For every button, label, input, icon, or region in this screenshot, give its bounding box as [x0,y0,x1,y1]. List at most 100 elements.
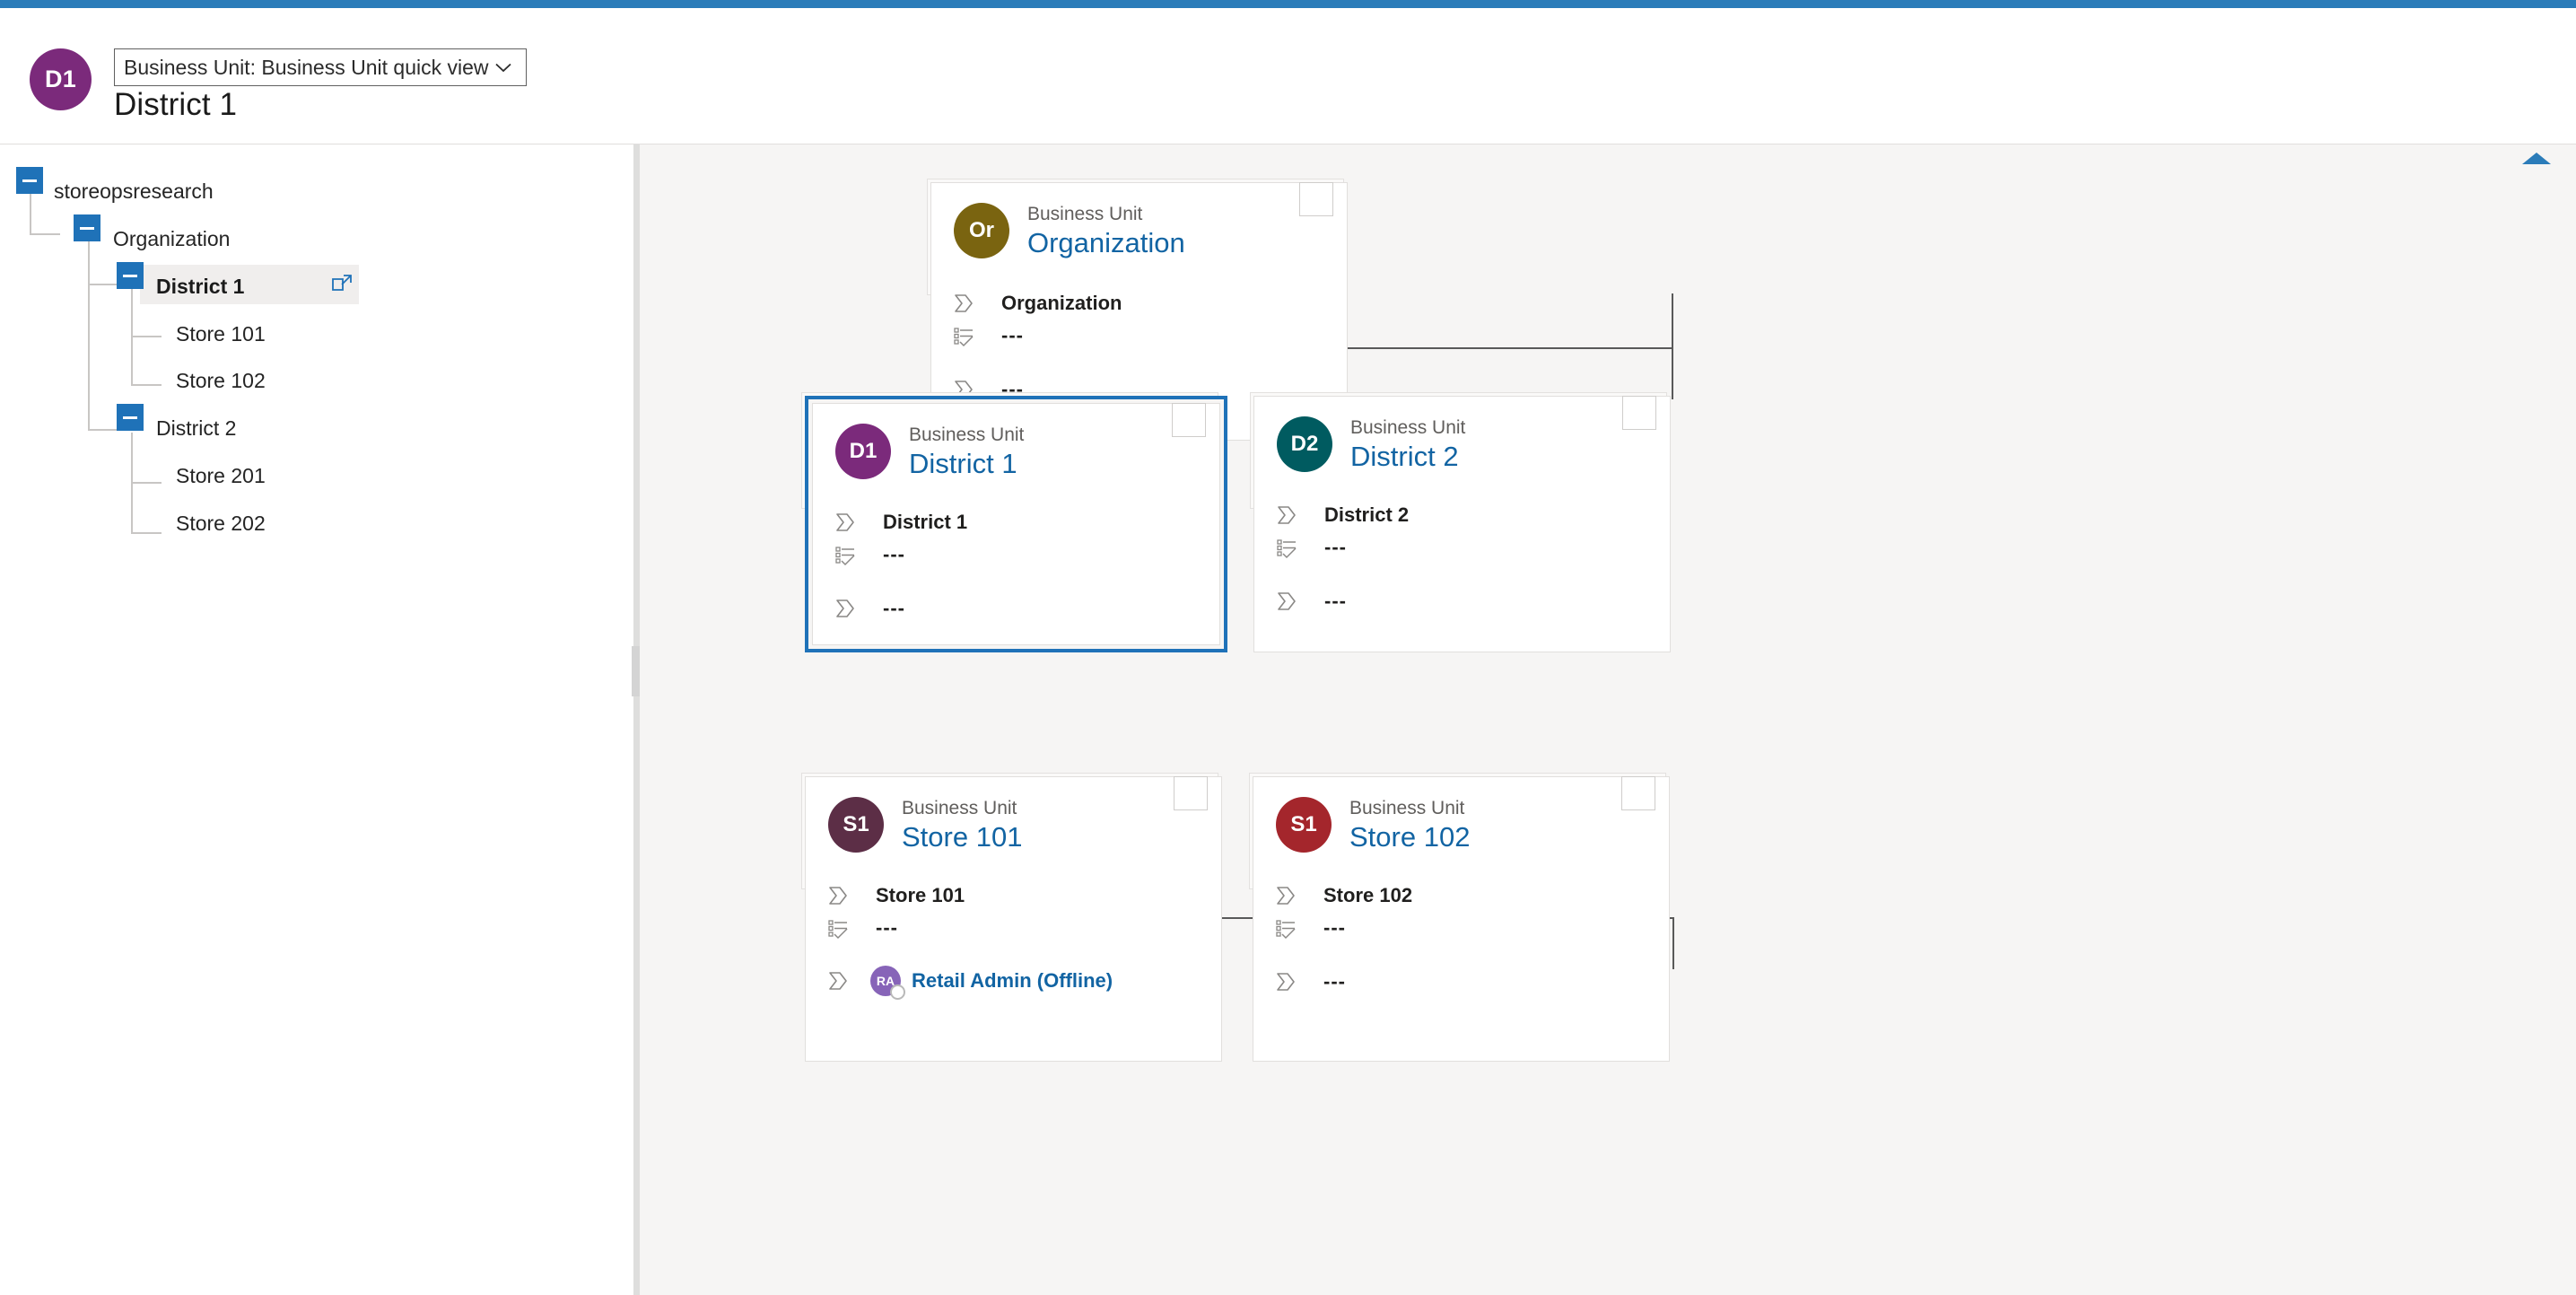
node-field-row: --- [833,596,1203,621]
node-header: D1 Business Unit District 1 [835,424,1024,481]
business-unit-chevron-icon [1273,883,1298,908]
node-select-checkbox[interactable] [1621,776,1655,810]
sidebar-item-label: storeopsresearch [54,179,214,203]
node-avatar: S1 [1276,797,1332,853]
node-field-value: --- [883,543,905,565]
app-root: D1 Business Unit: Business Unit quick vi… [0,0,2576,1295]
node-select-checkbox[interactable] [1299,182,1333,216]
node-select-checkbox[interactable] [1172,403,1206,437]
org-node-store-101[interactable]: S1 Business Unit Store 101 Store 101 ---… [805,776,1222,1062]
hierarchy-tree-panel: storeopsresearch Organization District 1 [0,144,636,1295]
node-avatar-initials: Or [968,218,994,242]
caret-up-icon[interactable] [2522,153,2551,164]
node-avatar: Or [954,203,1009,258]
task-list-check-icon [951,323,976,348]
task-list-check-icon [1274,535,1299,560]
sidebar-item-label: Organization [113,226,231,250]
sidebar-item-store-102[interactable]: Store 102 [0,357,635,404]
node-field-value: --- [883,597,905,619]
task-list-check-icon [833,542,858,567]
node-header-text: Business Unit Organization [1027,203,1185,260]
node-avatar-initials: D1 [849,439,878,463]
node-field-row: --- [1273,915,1653,941]
business-unit-chevron-icon [951,291,976,316]
avatar: RA [870,966,905,1000]
node-header-text: Business Unit District 1 [909,424,1024,481]
person-name-link[interactable]: Retail Admin (Offline) [912,969,1113,993]
offline-presence-icon [890,984,905,1000]
node-field-row: Store 102 [1273,883,1653,908]
node-header-text: Business Unit Store 101 [902,797,1022,854]
org-node-district-2[interactable]: D2 Business Unit District 2 District 2 -… [1253,396,1671,652]
node-title-link[interactable]: District 2 [1350,440,1465,474]
record-header: D1 Business Unit: Business Unit quick vi… [0,8,2576,144]
header-avatar-initials: D1 [44,66,77,92]
minus-glyph [80,226,94,230]
person-chip[interactable]: RA Retail Admin (Offline) [870,966,1113,1000]
node-field-value: --- [1001,324,1024,346]
node-field-value: --- [876,916,898,939]
node-field-row: District 1 [833,510,1203,535]
form-selector-label: Business Unit: Business Unit quick view … [124,55,492,79]
node-body: D1 Business Unit District 1 District 1 -… [812,403,1220,645]
node-field-row: --- [1273,969,1653,994]
business-unit-chevron-icon [1274,589,1299,614]
node-header-text: Business Unit Store 102 [1349,797,1470,854]
node-field-row: Store 101 [825,883,1205,908]
node-field-row: --- [825,915,1205,941]
node-title-link[interactable]: Organization [1027,226,1185,260]
top-accent-bar [0,0,2576,8]
node-header: Or Business Unit Organization [954,203,1185,260]
sidebar-item-label: District 1 [156,274,245,298]
org-node-district-1[interactable]: D1 Business Unit District 1 District 1 -… [805,396,1227,652]
org-node-store-102[interactable]: S1 Business Unit Store 102 Store 102 ---… [1253,776,1670,1062]
node-field-value: --- [1323,916,1346,939]
node-entity-label: Business Unit [1350,417,1466,438]
node-field-row: --- [833,542,1203,567]
node-title-link[interactable]: District 1 [909,447,1024,481]
node-avatar-initials: S1 [843,812,869,836]
sidebar-item-label: Store 201 [176,463,266,487]
node-entity-label: Business Unit [1349,798,1465,818]
hierarchy-tree: storeopsresearch Organization District 1 [0,144,635,535]
node-entity-label: Business Unit [1027,204,1143,224]
collapse-minus-icon[interactable] [74,214,100,241]
sidebar-item-store-201[interactable]: Store 201 [0,452,635,499]
sidebar-item-organization[interactable]: Organization [0,214,635,262]
sidebar-item-label: Store 202 [176,511,266,535]
collapse-minus-icon[interactable] [16,167,43,194]
node-select-checkbox[interactable] [1174,776,1208,810]
node-select-checkbox[interactable] [1622,396,1656,430]
node-avatar: D2 [1277,416,1332,472]
sidebar-item-district-1[interactable]: District 1 [0,262,635,310]
node-field-row: --- [1274,535,1654,560]
collapse-minus-icon[interactable] [117,262,144,289]
node-field-row-person: RA Retail Admin (Offline) [825,966,1205,1000]
chart-connector [1672,347,1673,399]
business-unit-chevron-icon [1274,503,1299,528]
node-field-row: District 2 [1274,503,1654,528]
sidebar-item-district-2[interactable]: District 2 [0,404,635,451]
sidebar-item-label: District 2 [156,416,237,440]
open-in-new-window-icon[interactable] [330,273,354,296]
node-entity-label: Business Unit [909,424,1025,445]
node-field-value: --- [1324,536,1347,558]
node-field-value: District 1 [883,511,968,533]
chevron-down-icon [492,56,515,79]
business-unit-chevron-icon [1273,969,1298,994]
minus-glyph [123,274,137,277]
node-field-value: Store 102 [1323,884,1413,906]
sidebar-item-storeopsresearch[interactable]: storeopsresearch [0,167,635,214]
business-unit-chevron-icon [833,596,858,621]
node-field-value: District 2 [1324,503,1410,526]
node-title-link[interactable]: Store 101 [902,820,1022,854]
page-title: District 1 [114,87,238,122]
collapse-minus-icon[interactable] [117,404,144,431]
panel-splitter[interactable] [633,144,640,1295]
form-selector[interactable]: Business Unit: Business Unit quick view … [114,48,527,86]
node-title-link[interactable]: Store 102 [1349,820,1470,854]
business-unit-chevron-icon [825,883,851,908]
node-avatar-initials: S1 [1290,812,1317,836]
sidebar-item-store-202[interactable]: Store 202 [0,500,635,547]
sidebar-item-store-101[interactable]: Store 101 [0,311,635,357]
